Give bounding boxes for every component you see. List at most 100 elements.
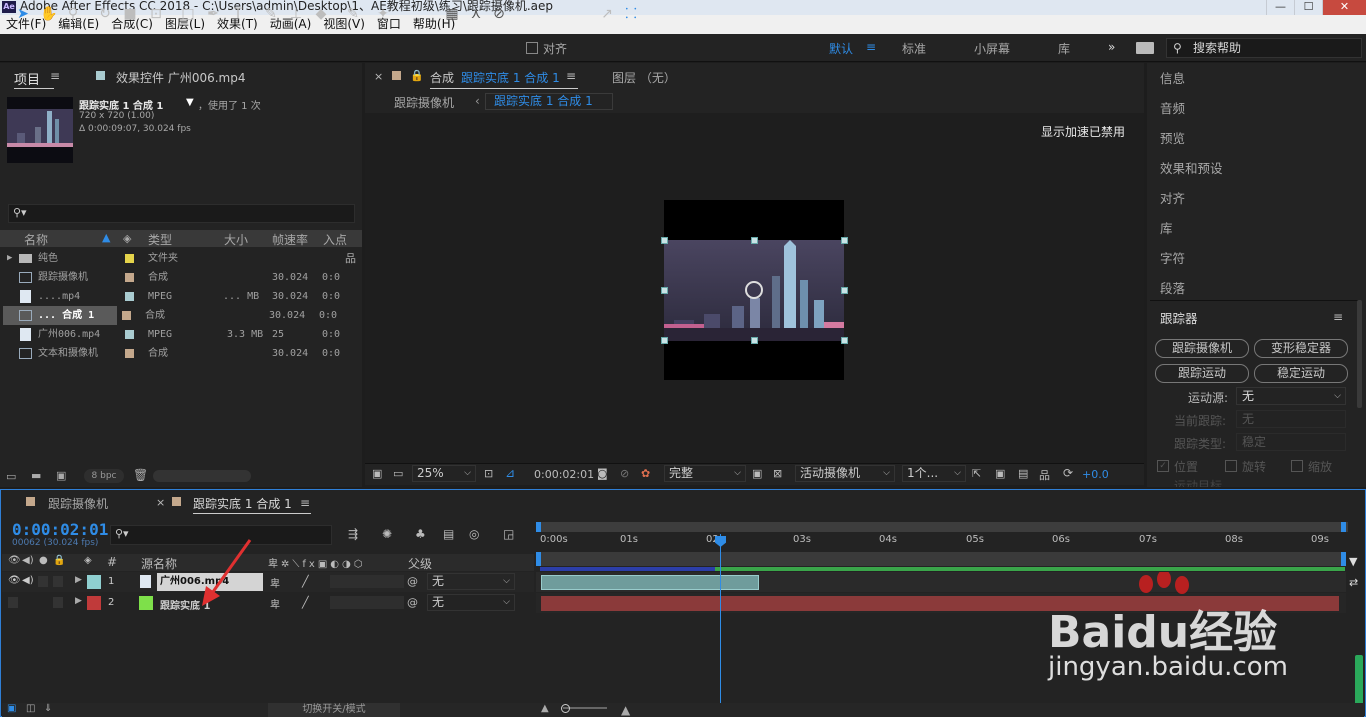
audio-column-icon[interactable]: ◀) bbox=[22, 555, 34, 566]
label-column-icon[interactable]: ◈ bbox=[123, 232, 131, 245]
comp-menu-icon[interactable]: ≡ bbox=[566, 69, 576, 83]
col-in-point[interactable]: 入点 bbox=[323, 231, 347, 248]
view-layout-dropdown[interactable]: 1个... ⌵ bbox=[902, 465, 966, 482]
interpret-footage-icon[interactable]: ▭ bbox=[6, 470, 16, 483]
magnification-dropdown[interactable]: 25% ⌵ bbox=[412, 465, 476, 482]
breadcrumb-parent[interactable]: 跟踪摄像机 bbox=[394, 94, 454, 111]
flowchart-icon[interactable]: 品 bbox=[1039, 467, 1050, 483]
rectangle-tool-icon[interactable]: □ bbox=[179, 5, 197, 23]
eraser-tool-icon[interactable]: ◆ bbox=[312, 5, 330, 23]
timeline-tab-camera[interactable]: 跟踪摄像机 bbox=[48, 495, 108, 512]
visibility-toggle[interactable] bbox=[8, 597, 18, 608]
motion-source-dropdown[interactable]: 无 ⌵ bbox=[1236, 387, 1346, 405]
layer-switches[interactable] bbox=[330, 575, 404, 588]
project-row-selected[interactable]: ... 合成 1 bbox=[3, 306, 117, 325]
navigator-end[interactable] bbox=[1341, 552, 1346, 566]
layer-tab[interactable]: 图层 （无） bbox=[612, 69, 676, 86]
col-type[interactable]: 类型 bbox=[148, 231, 172, 248]
help-search-input[interactable]: ⚲ 搜索帮助 bbox=[1166, 38, 1362, 58]
show-snapshot-icon[interactable]: ⊘ bbox=[620, 467, 629, 480]
reset-exposure-icon[interactable]: ⟳ bbox=[1063, 466, 1073, 480]
transform-handle[interactable] bbox=[661, 337, 668, 344]
right-panel-scrollbar[interactable] bbox=[1357, 300, 1362, 408]
snap-target-icon[interactable]: ⸬ bbox=[622, 5, 640, 23]
visibility-toggle-icon[interactable]: 👁 bbox=[8, 575, 21, 586]
zoom-slider-thumb[interactable] bbox=[561, 704, 570, 713]
shy-switch-icon[interactable]: 卑 bbox=[270, 596, 280, 611]
timeline-tab-active[interactable]: 跟踪实底 1 合成 1 bbox=[193, 495, 292, 512]
monitor-icon[interactable]: ▭ bbox=[393, 467, 403, 480]
track-type-dropdown[interactable]: 稳定 bbox=[1236, 433, 1346, 451]
world-axis-icon[interactable]: ⋏ bbox=[467, 5, 485, 23]
stabilize-motion-button[interactable]: 稳定运动 bbox=[1254, 364, 1348, 383]
close-tab-icon[interactable]: × bbox=[374, 70, 383, 83]
brush-tool-icon[interactable]: ✎ bbox=[262, 5, 280, 23]
anchor-point-icon[interactable] bbox=[745, 281, 763, 299]
color-channels-icon[interactable]: ✿ bbox=[641, 467, 650, 480]
new-composition-icon[interactable]: ▣ bbox=[56, 469, 66, 482]
delete-icon[interactable]: 🗑 bbox=[133, 468, 148, 482]
workspace-standard[interactable]: 标准 bbox=[902, 40, 926, 57]
quality-switch-icon[interactable]: ╱ bbox=[302, 575, 309, 588]
resolution-dropdown[interactable]: 完整 ⌵ bbox=[664, 465, 746, 482]
col-name[interactable]: 名称 bbox=[24, 231, 48, 248]
shy-layers-icon[interactable]: ♣ bbox=[415, 527, 426, 541]
track-camera-button[interactable]: 跟踪摄像机 bbox=[1155, 339, 1249, 358]
col-frame-rate[interactable]: 帧速率 bbox=[272, 231, 308, 248]
snap-checkbox[interactable] bbox=[526, 42, 538, 54]
viewer-timecode[interactable]: 0:00:02:01 bbox=[534, 468, 594, 481]
comp-tab-label[interactable]: 合成 bbox=[430, 69, 454, 86]
transform-handle[interactable] bbox=[841, 237, 848, 244]
project-search-input[interactable]: ⚲▾ bbox=[8, 204, 355, 223]
minimize-button[interactable]: — bbox=[1266, 0, 1294, 15]
camera-tool-icon[interactable]: ■ bbox=[121, 5, 139, 23]
pan-behind-tool-icon[interactable]: ⊡ bbox=[147, 5, 165, 23]
layer-label-color[interactable] bbox=[87, 596, 101, 610]
label-column-icon[interactable]: ◈ bbox=[84, 555, 92, 566]
sort-ascending-icon[interactable]: ▲ bbox=[102, 231, 110, 244]
draft-3d-icon[interactable]: ✺ bbox=[382, 527, 392, 541]
maximize-button[interactable]: ☐ bbox=[1294, 0, 1322, 15]
transform-handle[interactable] bbox=[661, 237, 668, 244]
workspace-libraries[interactable]: 库 bbox=[1058, 40, 1070, 57]
zoom-out-icon[interactable]: ▲ bbox=[541, 703, 549, 714]
switches-column-icons[interactable]: 卑✲⟍fx▣◐◑⬡ bbox=[268, 555, 365, 570]
transform-handle[interactable] bbox=[841, 287, 848, 294]
transform-handle[interactable] bbox=[661, 287, 668, 294]
parent-dropdown[interactable]: 无 ⌵ bbox=[427, 594, 515, 611]
graph-editor-icon[interactable]: ◲ bbox=[503, 527, 514, 541]
expand-arrow-icon[interactable]: ▶ bbox=[75, 596, 82, 606]
parent-pickwhip-icon[interactable]: @ bbox=[407, 596, 418, 609]
pen-tool-icon[interactable]: ✒ bbox=[204, 5, 222, 23]
panel-libraries[interactable]: 库 bbox=[1160, 218, 1173, 237]
hand-tool-icon[interactable]: ✋ bbox=[40, 5, 58, 23]
panel-preview[interactable]: 预览 bbox=[1160, 128, 1185, 147]
selection-tool-icon[interactable]: ➤ bbox=[14, 5, 32, 23]
col-size[interactable]: 大小 bbox=[224, 231, 248, 248]
project-row[interactable]: ....mp4 MPEG ... MB 30.024 0:0 bbox=[3, 287, 361, 306]
snap-options-icon[interactable]: ↗ bbox=[598, 5, 616, 23]
puppet-pin-tool-icon[interactable]: ✦ bbox=[374, 5, 392, 23]
timeline-menu-icon[interactable]: ≡ bbox=[300, 496, 310, 510]
parent-dropdown[interactable]: 无 ⌵ bbox=[427, 573, 515, 590]
tab-effect-controls[interactable]: 效果控件 广州006.mp4 bbox=[116, 69, 245, 86]
playhead-line[interactable] bbox=[720, 534, 721, 714]
solo-column-icon[interactable]: ● bbox=[39, 555, 48, 566]
solo-toggle[interactable] bbox=[38, 576, 48, 587]
zoom-tool-icon[interactable]: ⚲ bbox=[64, 5, 82, 23]
position-checkbox[interactable]: ✓ bbox=[1157, 460, 1169, 472]
navigator-bar[interactable] bbox=[536, 552, 1346, 566]
type-tool-icon[interactable]: T bbox=[229, 5, 247, 23]
expand-arrow-icon[interactable]: ▶ bbox=[7, 249, 12, 268]
region-of-interest-icon[interactable]: ⊿ bbox=[505, 466, 515, 480]
col-source-name[interactable]: 源名称 bbox=[141, 555, 177, 572]
current-track-dropdown[interactable]: 无 bbox=[1236, 410, 1346, 428]
roto-brush-tool-icon[interactable]: ✎ bbox=[344, 5, 362, 23]
lock-toggle[interactable] bbox=[53, 576, 63, 587]
audio-toggle-icon[interactable]: ◀) bbox=[22, 575, 34, 586]
lock-toggle[interactable] bbox=[53, 597, 63, 608]
panel-info[interactable]: 信息 bbox=[1160, 68, 1185, 87]
timeline-icon[interactable]: ▣ bbox=[995, 467, 1005, 480]
modes-pane-icon[interactable]: ◫ bbox=[26, 703, 35, 714]
camera-view-dropdown[interactable]: 活动摄像机 ⌵ bbox=[795, 465, 895, 482]
